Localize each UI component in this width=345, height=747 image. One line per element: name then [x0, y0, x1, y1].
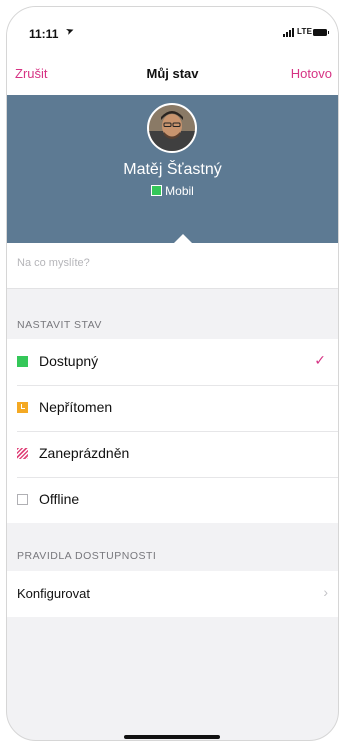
status-bar: 11:11 ➤ LTE: [7, 7, 338, 53]
offline-square-icon: [17, 494, 28, 505]
nav-bar: Zrušit Můj stav Hotovo: [7, 53, 338, 95]
page-title: Můj stav: [146, 66, 199, 81]
done-button[interactable]: Hotovo: [291, 66, 332, 81]
status-option-busy[interactable]: Zaneprázdněn: [7, 431, 338, 477]
available-square-icon: [151, 185, 163, 196]
mood-field: [7, 243, 338, 289]
profile-header: Matěj Šťastný Mobil: [7, 95, 338, 243]
status-option-label: Nepřítomen: [39, 399, 113, 415]
status-section-header: NASTAVIT STAV: [17, 319, 102, 331]
status-option-offline[interactable]: Offline: [7, 477, 338, 523]
signal-strength-icon: [283, 28, 295, 37]
status-option-away[interactable]: Nepřítomen: [7, 385, 338, 431]
avatar[interactable]: [147, 103, 197, 153]
device-status: Mobil: [7, 184, 338, 198]
status-time: 11:11: [29, 27, 59, 41]
profile-name: Matěj Šťastný: [123, 161, 222, 178]
status-option-label: Zaneprázdněn: [39, 445, 130, 461]
status-option-label: Offline: [39, 491, 80, 507]
available-square-icon: [17, 356, 28, 367]
home-indicator[interactable]: [124, 735, 220, 739]
device-label: Mobil: [165, 184, 194, 198]
availability-section-header: PRAVIDLA DOSTUPNOSTI: [17, 550, 157, 562]
away-clock-icon: [17, 402, 28, 413]
status-list: Dostupný ✓ Nepřítomen Zaneprázdněn Offli…: [7, 339, 338, 523]
checkmark-icon: ✓: [314, 352, 326, 368]
chevron-right-icon: ›: [323, 584, 328, 600]
status-option-label: Dostupný: [39, 353, 99, 369]
configure-row[interactable]: Konfigurovat ›: [7, 571, 338, 617]
pointer-triangle: [174, 234, 192, 243]
mood-input[interactable]: [17, 257, 317, 269]
configure-label: Konfigurovat: [17, 586, 90, 601]
status-option-available[interactable]: Dostupný ✓: [7, 339, 338, 385]
phone-frame: 11:11 ➤ LTE Zrušit Můj stav Hotovo Matěj…: [6, 6, 339, 741]
network-type: LTE: [297, 27, 313, 36]
battery-icon: [313, 29, 329, 36]
busy-striped-icon: [17, 448, 28, 459]
avatar-photo-icon: [149, 105, 195, 151]
location-arrow-icon: ➤: [64, 24, 77, 39]
